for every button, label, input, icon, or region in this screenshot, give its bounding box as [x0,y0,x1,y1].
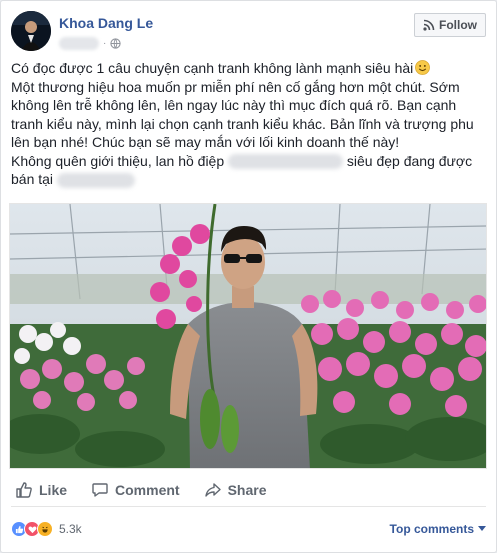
like-label: Like [39,481,68,498]
post-text-body: Một thương hiệu hoa muốn pr miễn phí nên… [11,78,474,151]
post-header: Khoa Dang Le · Follow [11,11,486,53]
share-label: Share [227,481,267,498]
author-name[interactable]: Khoa Dang Le [59,15,153,31]
follow-label: Follow [439,18,477,32]
post-text-line-1: Có đọc được 1 câu chuyện cạnh tranh khôn… [11,60,414,76]
comment-sort-dropdown[interactable]: Top comments [390,522,486,536]
post-text-line-4: siêu đẹp đang được [346,152,473,169]
comment-icon [92,482,108,497]
post-meta: · [59,35,121,51]
smiley-icon [415,60,431,75]
chevron-down-icon [478,526,486,531]
post-text-sale: bán tại [11,170,481,189]
avatar[interactable] [11,11,51,51]
reactions-bar: 5.3k Top comments [11,518,486,540]
post-text-line-3: Không quên giới thiệu, lan hồ điệp [11,152,225,169]
comment-label: Comment [115,481,180,498]
follow-button[interactable]: Follow [414,13,486,37]
reaction-icons[interactable] [11,521,53,537]
comment-button[interactable]: Comment [87,474,184,506]
redacted-text [56,172,135,188]
like-icon [16,481,32,498]
orchid-photo-illustration [10,204,486,468]
post-actions: Like Comment Share [11,473,486,507]
meta-separator: · [103,37,107,49]
sort-label: Top comments [389,522,474,536]
post-photo[interactable] [9,203,487,469]
share-button[interactable]: Share [200,474,271,506]
post-text: Có đọc được 1 câu chuyện cạnh tranh khôn… [11,59,481,189]
timestamp[interactable] [59,36,99,50]
reaction-count[interactable]: 5.3k [59,522,82,536]
redacted-text [228,154,344,170]
rss-icon [423,19,435,31]
post-text-intro: Không quên giới thiệu, lan hồ điệp siêu … [11,152,481,171]
like-button[interactable]: Like [11,474,71,506]
haha-reaction-icon [37,521,53,537]
post-text-line: Có đọc được 1 câu chuyện cạnh tranh khôn… [11,59,481,78]
share-icon [204,482,221,497]
post-card: Khoa Dang Le · Follow Có đọc được 1 câu … [0,0,497,553]
globe-icon [110,37,121,49]
post-text-line-5: bán tại [11,171,54,187]
